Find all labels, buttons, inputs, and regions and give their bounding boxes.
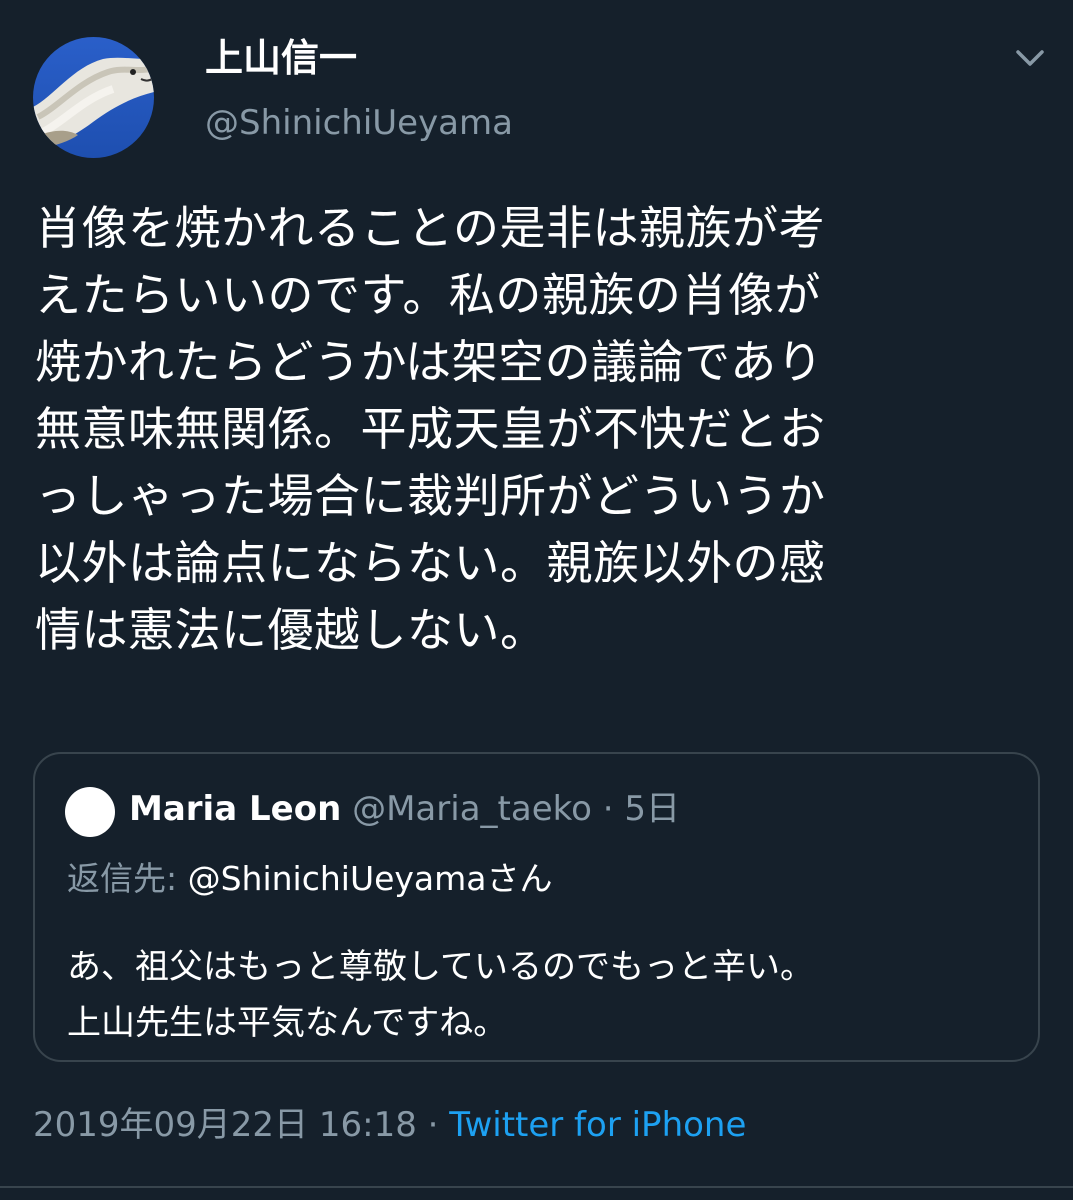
separator-dot: · [427, 1105, 439, 1145]
tweet-text-line: 肖像を焼かれることの是非は親族が考 [35, 201, 826, 255]
reply-prefix: 返信先: [67, 859, 188, 898]
tweet-text-line: 無意味無関係。平成天皇が不快だとお [35, 402, 826, 456]
tweet-text-line: っしゃった場合に裁判所がどういうか [35, 469, 826, 523]
tweet-text: 肖像を焼かれることの是非は親族が考 えたらいいのです。私の親族の肖像が 焼かれた… [35, 195, 1040, 664]
reply-to-line: 返信先: @ShinichiUeyamaさん [67, 852, 553, 906]
author-handle[interactable]: @ShinichiUeyama [205, 98, 513, 148]
quoted-author-name[interactable]: Maria Leon [129, 789, 341, 829]
reply-to-user[interactable]: @ShinichiUeyamaさん [188, 859, 553, 898]
quoted-tweet-card[interactable]: Maria Leon @Maria_taeko · 5日 返信先: @Shini… [33, 752, 1040, 1062]
divider [0, 1186, 1073, 1188]
dog-photo-avatar-icon [33, 37, 154, 158]
quoted-tweet-time: 5日 [624, 789, 680, 829]
tweet-meta: 2019年09月22日 16:18 · Twitter for iPhone [33, 1098, 746, 1152]
quoted-tweet-text: あ、祖父はもっと尊敬しているのでもっと辛い。 上山先生は平気なんですね。 [67, 939, 814, 1051]
tweet-source-link[interactable]: Twitter for iPhone [449, 1105, 746, 1145]
quoted-text-line: あ、祖父はもっと尊敬しているのでもっと辛い。 [67, 947, 814, 987]
quoted-text-line: 上山先生は平気なんですね。 [67, 1003, 508, 1043]
tweet-timestamp: 2019年09月22日 16:18 [33, 1105, 417, 1145]
quoted-author-handle[interactable]: @Maria_taeko [352, 789, 592, 829]
author-display-name[interactable]: 上山信一 [205, 30, 357, 86]
quoted-author-avatar[interactable] [65, 787, 115, 837]
author-avatar[interactable] [33, 37, 154, 158]
tweet-menu-button[interactable] [1010, 40, 1050, 76]
tweet-text-line: 以外は論点にならない。親族以外の感 [35, 536, 826, 590]
tweet-text-line: えたらいいのです。私の親族の肖像が [35, 268, 821, 322]
tweet-text-line: 情は憲法に優越しない。 [35, 603, 547, 657]
tweet-detail: 上山信一 @ShinichiUeyama 肖像を焼かれることの是非は親族が考 え… [0, 0, 1073, 1200]
tweet-text-line: 焼かれたらどうかは架空の議論であり [35, 335, 824, 389]
separator-dot: · [602, 789, 614, 829]
quoted-tweet-header: Maria Leon @Maria_taeko · 5日 [129, 782, 680, 836]
chevron-down-icon [1016, 50, 1044, 66]
